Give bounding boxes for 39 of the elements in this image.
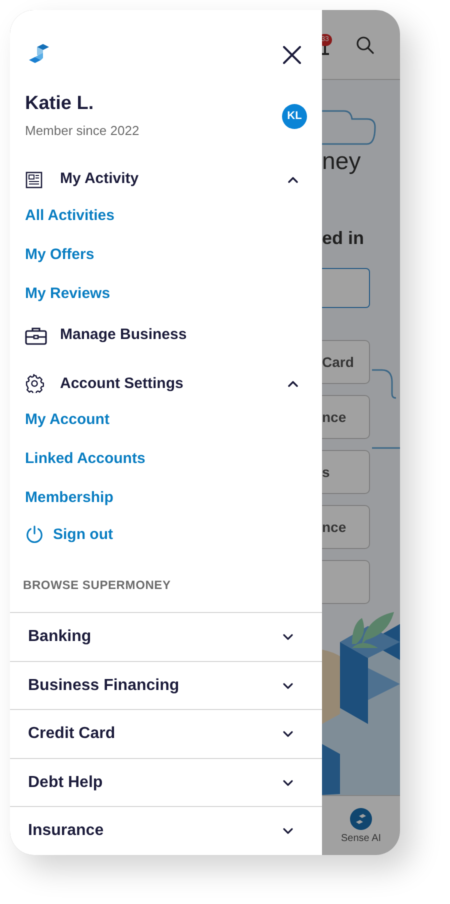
menu-section-header[interactable]: My Activity bbox=[10, 163, 322, 196]
category-row[interactable]: Business Financing bbox=[10, 660, 322, 710]
sign-out-link[interactable]: Sign out bbox=[10, 518, 113, 552]
newspaper-icon bbox=[25, 170, 43, 189]
briefcase-icon bbox=[25, 326, 47, 345]
heading-text: ney bbox=[322, 147, 362, 177]
option-button[interactable]: nce bbox=[322, 505, 370, 549]
menu-link[interactable]: Linked Accounts bbox=[25, 448, 146, 471]
category-row[interactable]: Banking bbox=[10, 612, 322, 661]
nav-item[interactable]: Sense AI bbox=[322, 796, 400, 855]
question-text: ed in bbox=[322, 227, 366, 250]
member-since-text: Member since 2022 bbox=[25, 122, 140, 140]
section-heading: BROWSE SUPERMONEY bbox=[22, 577, 172, 594]
logo-icon[interactable] bbox=[27, 44, 51, 66]
menu-link[interactable]: My Reviews bbox=[25, 283, 110, 306]
user-name: Katie L. bbox=[25, 92, 95, 116]
menu-link[interactable]: All Activities bbox=[25, 204, 114, 228]
option-button[interactable]: s bbox=[322, 450, 370, 494]
menu-link[interactable]: My Account bbox=[25, 408, 110, 432]
close-icon[interactable] bbox=[283, 46, 301, 64]
category-row[interactable]: Debt Help bbox=[10, 758, 322, 806]
menu-link[interactable]: Membership bbox=[25, 487, 114, 510]
menu-section-label: My Activity bbox=[60, 169, 140, 190]
power-icon bbox=[25, 525, 44, 544]
input-field[interactable] bbox=[322, 268, 370, 308]
menu-section-header[interactable]: Manage Business bbox=[10, 318, 322, 352]
category-row[interactable]: Credit Card bbox=[10, 709, 322, 758]
menu-section-label: Account Settings bbox=[60, 374, 184, 394]
avatar[interactable]: KL bbox=[282, 104, 307, 128]
menu-section-label: Manage Business bbox=[60, 325, 188, 346]
logo-icon bbox=[350, 808, 372, 830]
category-row[interactable]: Insurance bbox=[10, 806, 322, 855]
option-button[interactable]: nce bbox=[322, 395, 370, 439]
option-button[interactable]: Card bbox=[322, 340, 370, 384]
search-icon[interactable] bbox=[356, 36, 374, 54]
settings-icon bbox=[25, 374, 44, 394]
cloud-drawing bbox=[322, 110, 376, 145]
menu-link[interactable]: My Offers bbox=[25, 244, 94, 266]
menu-section-header[interactable]: Account Settings bbox=[10, 367, 322, 401]
